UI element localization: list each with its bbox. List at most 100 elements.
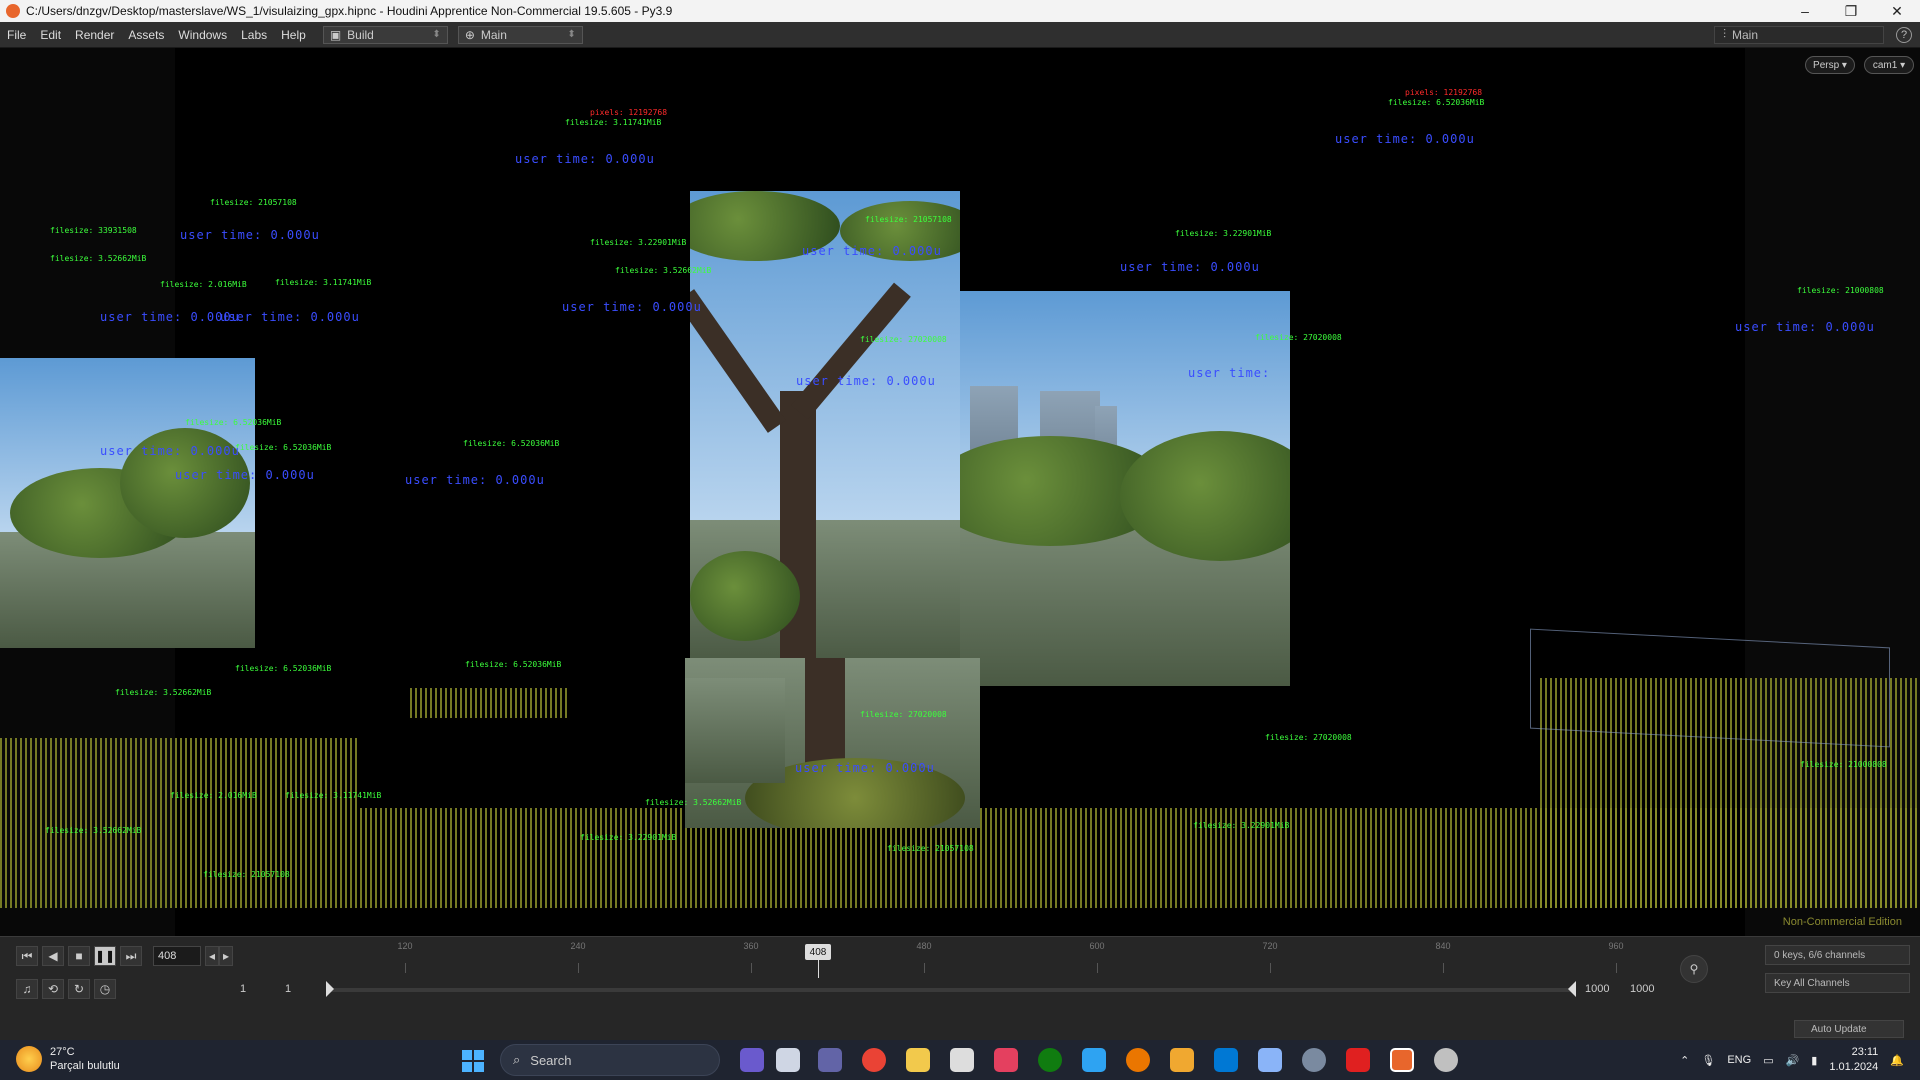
filesize-label: filesize: 3.22901MiB	[1175, 229, 1272, 238]
filesize-label: filesize: 3.52662MiB	[115, 688, 212, 697]
desktop-selector[interactable]: ▣ Build ⬍	[322, 25, 448, 44]
filesize-label: filesize: 3.22901MiB	[580, 833, 677, 842]
git-icon[interactable]	[1170, 1048, 1194, 1072]
range-start-b[interactable]: 1	[285, 983, 291, 995]
range-end-a[interactable]: 1000	[1585, 983, 1609, 995]
range-slider[interactable]	[326, 988, 1576, 992]
user-time-label: user time: 0.000u	[100, 310, 240, 324]
playhead-marker[interactable]: 408	[805, 944, 831, 960]
user-time-label: user time: 0.000u	[220, 310, 360, 324]
start-icon[interactable]	[462, 1050, 484, 1072]
houdini-taskbar-icon[interactable]	[1390, 1048, 1414, 1072]
taskbar-search[interactable]: ⌕ Search	[500, 1044, 720, 1076]
chevron-up-icon[interactable]: ⌃	[1680, 1054, 1689, 1067]
xbox-icon[interactable]	[1038, 1048, 1062, 1072]
pdf-reader-icon[interactable]	[1346, 1048, 1370, 1072]
pane-tab-selector[interactable]: ⫶ Main	[1714, 25, 1884, 44]
clock-icon[interactable]: ◷	[94, 979, 116, 999]
range-start-handle[interactable]	[326, 981, 334, 997]
help-icon[interactable]: ?	[1896, 26, 1912, 43]
chrome-icon[interactable]	[862, 1048, 886, 1072]
notification-bell-icon[interactable]: 🔔	[1890, 1054, 1904, 1067]
range-end-handle[interactable]	[1568, 981, 1576, 997]
filesize-label: filesize: 3.22901MiB	[590, 238, 687, 247]
audio-icon[interactable]: ♫	[16, 979, 38, 999]
obs-icon[interactable]	[1434, 1048, 1458, 1072]
battery-icon[interactable]: ▮	[1811, 1054, 1817, 1067]
menu-file[interactable]: File	[0, 28, 33, 42]
filesize-label: filesize: 33931508	[50, 226, 137, 235]
zoom-icon[interactable]: ⚲	[1680, 955, 1708, 983]
menu-windows[interactable]: Windows	[171, 28, 234, 42]
filesize-label: filesize: 21000808	[1797, 286, 1884, 295]
monitor-icon[interactable]	[1258, 1048, 1282, 1072]
step-forward-icon[interactable]: ▸	[219, 946, 233, 966]
realtime-icon[interactable]: ⟲	[42, 979, 64, 999]
task-view-icon[interactable]	[776, 1048, 800, 1072]
user-time-label: user time: 0.000u	[795, 761, 935, 775]
teams-icon[interactable]	[818, 1048, 842, 1072]
network-icon[interactable]: ▭	[1763, 1054, 1773, 1067]
filesize-label: filesize: 6.52036MiB	[463, 439, 560, 448]
language-indicator[interactable]: ENG	[1727, 1054, 1751, 1066]
search-icon: ⌕	[513, 1052, 521, 1067]
settings-icon[interactable]	[1302, 1048, 1326, 1072]
jump-start-icon[interactable]: ⏮	[16, 946, 38, 966]
copilot-icon[interactable]	[740, 1048, 764, 1072]
pause-icon[interactable]: ❚❚	[94, 946, 116, 966]
menu-assets[interactable]: Assets	[121, 28, 171, 42]
filesize-label: filesize: 3.52662MiB	[50, 254, 147, 263]
pixels-label: pixels: 12192768	[1405, 88, 1483, 97]
chevron-down-icon: ⬍	[567, 29, 576, 40]
play-reverse-icon[interactable]: ◀	[42, 946, 64, 966]
main-selector[interactable]: ⊕ Main ⬍	[457, 25, 583, 44]
clock-date: 1.01.2024	[1829, 1061, 1879, 1073]
microphone-icon[interactable]: 🎙	[1701, 1054, 1715, 1067]
jump-end-icon[interactable]: ⏭	[120, 946, 142, 966]
current-frame-input[interactable]: 408	[153, 946, 201, 966]
auto-update-button[interactable]: Auto Update	[1794, 1020, 1904, 1038]
close-button[interactable]: ✕	[1874, 0, 1920, 22]
filesize-label: filesize: 27020008	[1265, 733, 1352, 742]
clock-time: 23:11	[1851, 1046, 1879, 1058]
key-all-channels-button[interactable]: Key All Channels	[1765, 973, 1910, 993]
desktop-label: Build	[347, 27, 374, 42]
vscode-icon[interactable]	[1214, 1048, 1238, 1072]
weather-widget[interactable]: 27°C Parçalı bulutlu	[16, 1045, 120, 1073]
menu-help[interactable]: Help	[274, 28, 313, 42]
clock[interactable]: 23:11 1.01.2024	[1829, 1045, 1878, 1075]
volume-icon[interactable]: 🔊	[1786, 1054, 1800, 1067]
persp-view-button[interactable]: Persp ▾	[1805, 56, 1855, 74]
range-start-a[interactable]: 1	[240, 983, 246, 995]
instagram-icon[interactable]	[994, 1048, 1018, 1072]
tick-label: 240	[570, 941, 586, 951]
gpx-track-lines	[410, 688, 570, 718]
timeline-ruler[interactable]: 120 240 360 480 600 720 840 960 408	[232, 941, 1672, 978]
menu-labs[interactable]: Labs	[234, 28, 274, 42]
playhead-line	[818, 960, 819, 978]
keys-channels-info[interactable]: 0 keys, 6/6 channels	[1765, 945, 1910, 965]
maximize-button[interactable]: ❐	[1828, 0, 1874, 22]
blender-icon[interactable]	[1126, 1048, 1150, 1072]
inkscape-icon[interactable]	[950, 1048, 974, 1072]
user-time-label: user time: 0.000u	[802, 244, 942, 258]
user-time-label: user time: 0.000u	[562, 300, 702, 314]
camera-select-button[interactable]: cam1 ▾	[1864, 56, 1914, 74]
user-time-label: user time: 0.000u	[180, 228, 320, 242]
filesize-label: filesize: 3.52662MiB	[45, 826, 142, 835]
filesize-label: filesize: 2.016MiB	[160, 280, 247, 289]
title-bar: C:/Users/dnzgv/Desktop/masterslave/WS_1/…	[0, 0, 1920, 22]
tick-label: 600	[1089, 941, 1105, 951]
scene-viewport[interactable]: pixels: 12192768 filesize: 6.52036MiB us…	[0, 48, 1920, 936]
menu-edit[interactable]: Edit	[33, 28, 68, 42]
step-back-icon[interactable]: ◂	[205, 946, 219, 966]
file-explorer-icon[interactable]	[906, 1048, 930, 1072]
stop-icon[interactable]: ■	[68, 946, 90, 966]
crosshair-icon: ⊕	[464, 27, 475, 42]
notepad-icon[interactable]	[1082, 1048, 1106, 1072]
minimize-button[interactable]: –	[1782, 0, 1828, 22]
menu-render[interactable]: Render	[68, 28, 121, 42]
range-end-b[interactable]: 1000	[1630, 983, 1654, 995]
user-time-label: user time: 0.000u	[1735, 320, 1875, 334]
loop-icon[interactable]: ↻	[68, 979, 90, 999]
